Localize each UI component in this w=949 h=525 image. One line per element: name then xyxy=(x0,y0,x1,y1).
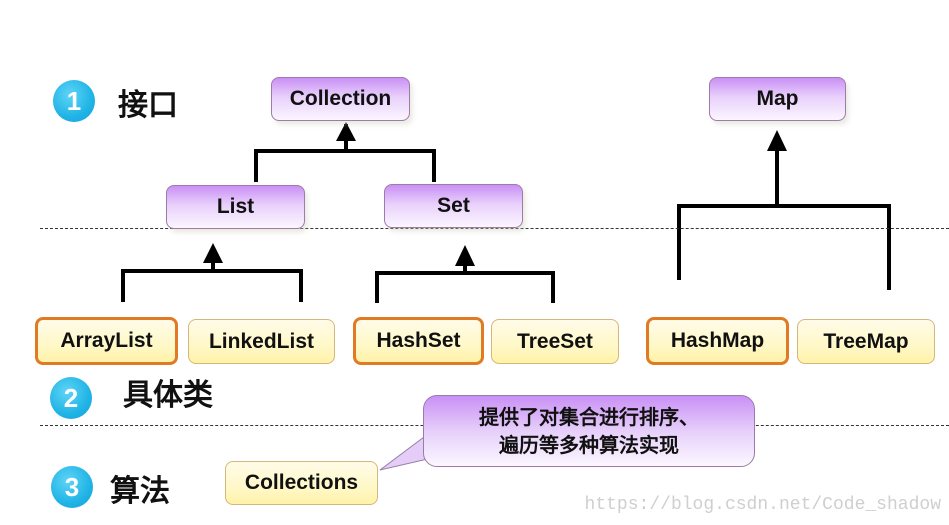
section-label-interfaces: 接口 xyxy=(118,88,178,123)
callout-line-2: 遍历等多种算法实现 xyxy=(499,433,679,457)
connector-map xyxy=(677,130,891,290)
node-collection[interactable]: Collection xyxy=(271,77,410,121)
arrow-head xyxy=(336,122,356,141)
node-treemap[interactable]: TreeMap xyxy=(797,319,935,364)
node-arraylist[interactable]: ArrayList xyxy=(35,317,178,365)
node-map[interactable]: Map xyxy=(709,77,846,121)
callout-bubble: 提供了对集合进行排序、 遍历等多种算法实现 xyxy=(423,395,755,467)
node-hashset[interactable]: HashSet xyxy=(353,317,484,365)
section-label-algorithms: 算法 xyxy=(110,474,170,509)
section-badge-2: 2 xyxy=(50,377,92,419)
node-list[interactable]: List xyxy=(166,185,305,229)
watermark: https://blog.csdn.net/Code_shadow xyxy=(584,495,941,515)
node-treeset[interactable]: TreeSet xyxy=(491,319,619,364)
section-badge-1: 1 xyxy=(53,80,95,122)
node-linkedlist[interactable]: LinkedList xyxy=(188,319,335,364)
section-label-classes: 具体类 xyxy=(123,378,213,413)
connector-set xyxy=(375,245,555,303)
arrow-head xyxy=(455,245,475,266)
connector-list xyxy=(121,243,303,302)
node-collections[interactable]: Collections xyxy=(225,461,378,505)
arrow-head xyxy=(767,130,787,151)
node-set[interactable]: Set xyxy=(384,184,523,228)
arrow-head xyxy=(203,243,223,263)
callout-line-1: 提供了对集合进行排序、 xyxy=(479,405,699,429)
node-hashmap[interactable]: HashMap xyxy=(646,317,789,365)
section-badge-3: 3 xyxy=(51,466,93,508)
connector-collection xyxy=(254,122,436,182)
